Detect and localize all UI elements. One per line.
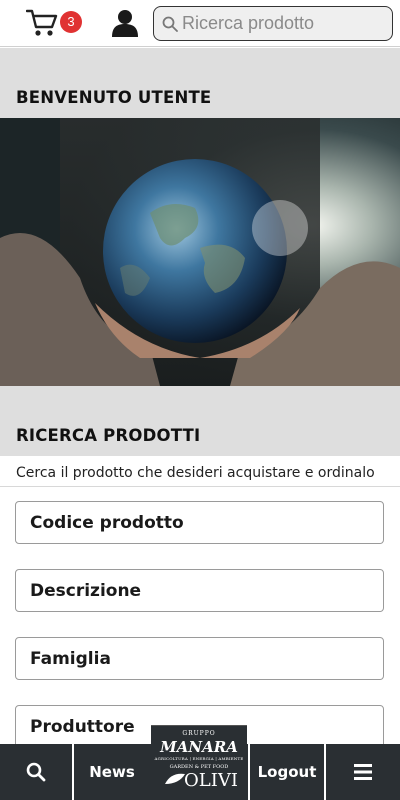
nav-menu-button[interactable] (326, 744, 400, 800)
search-icon (162, 16, 178, 32)
field-label: Descrizione (30, 581, 142, 601)
logo-tagline: AGRICOLTURA | ENERGIA | AMBIENTE (154, 756, 244, 761)
cart-icon (25, 9, 58, 36)
welcome-title: BENVENUTO UTENTE (16, 88, 212, 107)
nav-logout-button[interactable]: Logout (250, 744, 324, 800)
divider (0, 486, 400, 487)
cart-button[interactable] (25, 8, 60, 38)
product-search-header: RICERCA PRODOTTI (0, 386, 400, 456)
search-box[interactable] (153, 6, 393, 41)
field-label: Codice prodotto (30, 513, 184, 533)
user-icon[interactable] (112, 9, 138, 37)
search-input[interactable] (182, 11, 387, 36)
logo-brand: OLIVI (184, 770, 238, 791)
logo-name: MANARA (160, 738, 238, 756)
description-field[interactable]: Descrizione (15, 569, 384, 612)
field-label: Famiglia (30, 649, 111, 669)
welcome-header: BENVENUTO UTENTE (0, 48, 400, 118)
product-search-subtitle: Cerca il prodotto che desideri acquistar… (16, 465, 375, 481)
logo-group: GRUPPO (182, 730, 216, 737)
nav-search-button[interactable] (0, 744, 72, 800)
top-bar: 3 (0, 0, 400, 47)
menu-icon (354, 764, 372, 780)
product-code-field[interactable]: Codice prodotto (15, 501, 384, 544)
cart-count-badge: 3 (60, 11, 82, 33)
nav-news-button[interactable]: News (74, 744, 150, 800)
brand-logo[interactable]: GRUPPO MANARA AGRICOLTURA | ENERGIA | AM… (151, 725, 247, 800)
hero-image (0, 118, 400, 386)
search-icon (26, 762, 46, 782)
product-search-title: RICERCA PRODOTTI (16, 426, 201, 445)
field-label: Produttore (30, 717, 135, 737)
family-field[interactable]: Famiglia (15, 637, 384, 680)
